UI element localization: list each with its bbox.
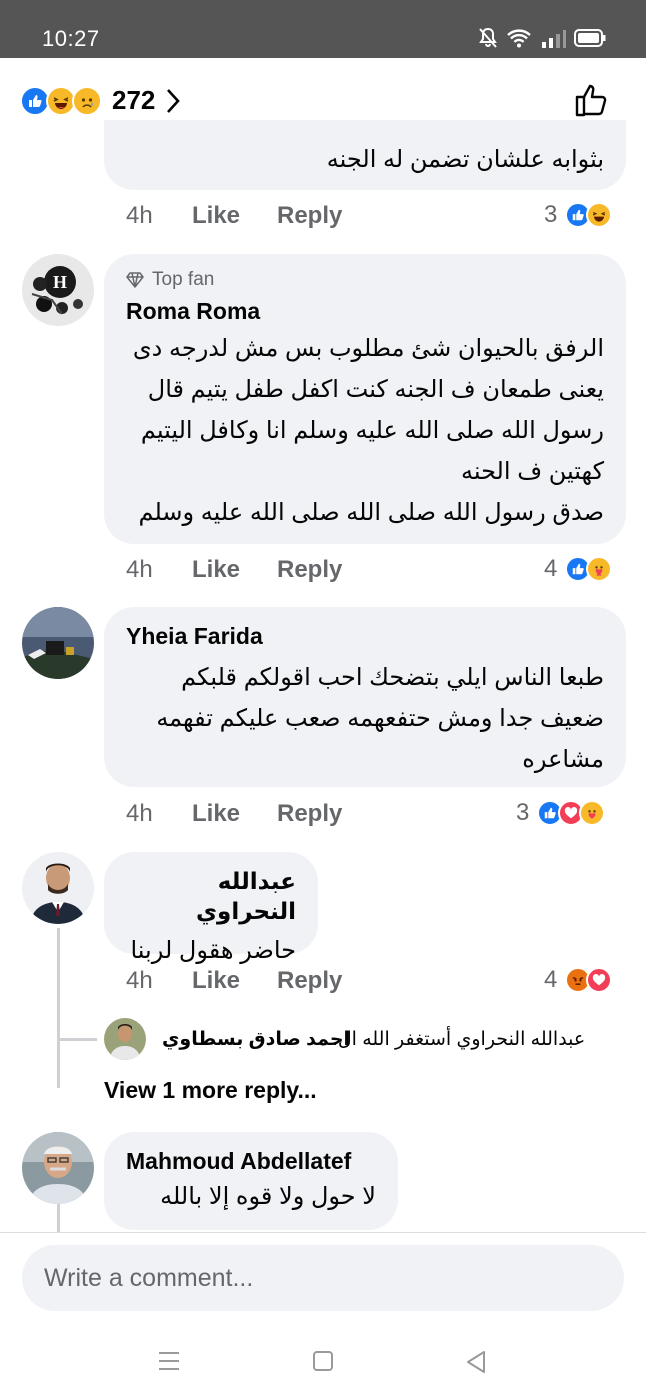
diamond-icon — [126, 272, 144, 288]
comment-input[interactable]: Write a comment... — [22, 1245, 624, 1311]
comment-reactions[interactable]: 4 — [544, 966, 613, 994]
like-link[interactable]: Like — [192, 556, 240, 584]
comment-time: 4h — [126, 202, 153, 229]
comment-text: الرفق بالحيوان شئ مطلوب بس مش لدرجه دى ي… — [132, 335, 604, 526]
badge-label: Top fan — [152, 269, 215, 290]
comment-text: بثوابه علشان تضمن له الجنه — [326, 146, 604, 173]
comment-reaction-count: 3 — [516, 799, 530, 826]
avatar[interactable]: H — [22, 254, 94, 326]
comment-bubble[interactable]: Yheia Farida طبعا الناس ايلي بتضحك احب ا… — [104, 607, 626, 787]
love-reaction-icon — [586, 967, 613, 993]
comment-composer: Write a comment... — [0, 1232, 646, 1330]
comment-time: 4h — [126, 800, 153, 827]
care-reaction-icon — [579, 800, 606, 826]
comment-reaction-count: 4 — [544, 555, 558, 582]
comment-reactions[interactable]: 3 — [516, 799, 606, 827]
comment-reaction-count: 3 — [544, 201, 558, 228]
reactions-summary[interactable]: 272 — [20, 85, 181, 116]
like-thumb-icon[interactable] — [574, 82, 610, 118]
avatar[interactable] — [22, 852, 94, 924]
status-bar: 10:27 — [0, 0, 646, 58]
comment-bubble[interactable]: عبدالله النحراوي حاضر هقول لربنا — [104, 852, 318, 964]
system-nav-bar — [0, 1330, 646, 1400]
comment-author[interactable]: Roma Roma — [126, 296, 604, 326]
comment-time: 4h — [126, 967, 153, 994]
total-reaction-count: 272 — [112, 85, 156, 115]
comment-time: 4h — [126, 556, 153, 583]
reply-preview[interactable]: احمد صادق بسطاوي عبدالله النحراوي أستغفر… — [104, 1018, 634, 1062]
like-link[interactable]: Like — [192, 800, 240, 828]
comment-reaction-count: 4 — [544, 966, 558, 993]
signal-icon — [542, 30, 566, 48]
thread-line — [57, 1200, 60, 1232]
reply-link[interactable]: Reply — [277, 556, 342, 584]
sad-reaction-icon — [72, 85, 102, 116]
like-link[interactable]: Like — [192, 967, 240, 995]
view-more-replies-link[interactable]: View 1 more reply... — [104, 1077, 317, 1104]
comment-text: حاضر هقول لربنا — [130, 937, 296, 964]
top-fan-badge: Top fan — [126, 268, 604, 292]
wifi-icon — [507, 29, 531, 48]
avatar[interactable] — [22, 1132, 94, 1204]
reply-link[interactable]: Reply — [277, 800, 342, 828]
comment-reactions[interactable]: 4 — [544, 555, 613, 583]
comment-bubble[interactable]: Mahmoud Abdellatef لا حول ولا قوه إلا با… — [104, 1132, 398, 1230]
reply-link[interactable]: Reply — [277, 202, 342, 230]
comment-text: لا حول ولا قوه إلا بالله — [160, 1183, 376, 1210]
back-triangle-icon[interactable] — [464, 1350, 488, 1374]
avatar[interactable] — [22, 607, 94, 679]
svg-text:H: H — [53, 272, 67, 292]
thread-line — [57, 928, 60, 1088]
haha-reaction-icon — [586, 202, 613, 228]
battery-icon — [574, 29, 606, 47]
avatar[interactable] — [104, 1018, 146, 1060]
thread-line — [57, 1038, 97, 1041]
status-time: 10:27 — [42, 26, 100, 51]
home-square-icon[interactable] — [312, 1350, 334, 1372]
like-link[interactable]: Like — [192, 202, 240, 230]
care-reaction-icon — [586, 556, 613, 582]
reply-text: عبدالله النحراوي أستغفر الله ال... — [322, 1029, 586, 1050]
status-icons — [478, 27, 606, 49]
comment-author[interactable]: Yheia Farida — [126, 621, 604, 651]
mute-bell-icon — [479, 27, 497, 48]
comment-reactions[interactable]: 3 — [544, 201, 613, 229]
comment-author[interactable]: عبدالله النحراوي — [126, 866, 296, 926]
comment-text: طبعا الناس ايلي بتضحك احب اقولكم قلبكم ض… — [156, 664, 604, 773]
comment-bubble[interactable]: بثوابه علشان تضمن له الجنه — [104, 120, 626, 190]
comment-author[interactable]: Mahmoud Abdellatef — [126, 1146, 376, 1176]
reply-link[interactable]: Reply — [277, 967, 342, 995]
menu-icon[interactable] — [157, 1350, 181, 1372]
comment-bubble[interactable]: Top fan Roma Roma الرفق بالحيوان شئ مطلو… — [104, 254, 626, 544]
chevron-right-icon — [167, 88, 181, 113]
